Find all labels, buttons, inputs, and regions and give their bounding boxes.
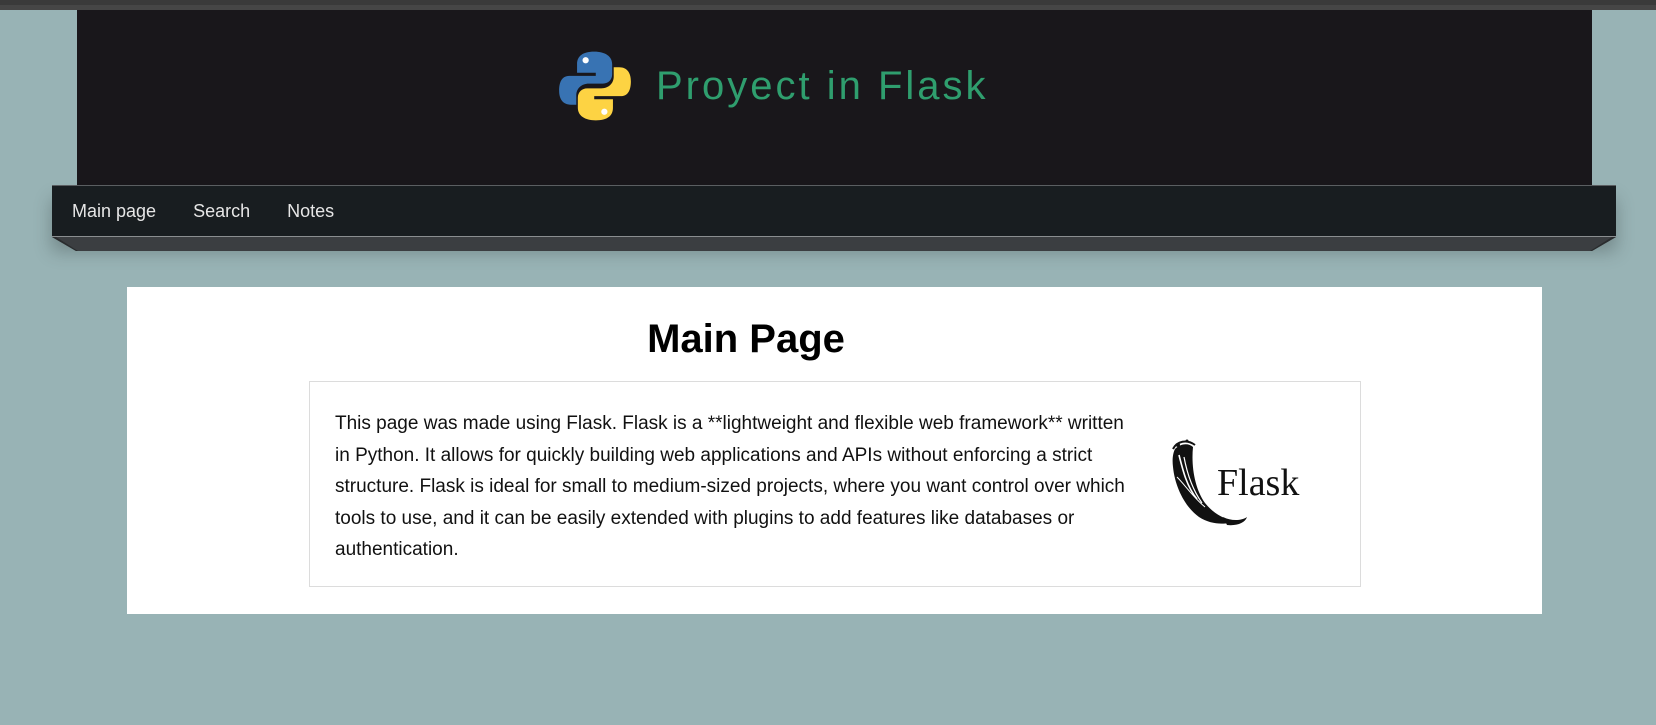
main-nav: Main page Search Notes <box>52 185 1616 237</box>
flask-logo-icon: Flask <box>1172 439 1299 526</box>
python-logo-icon <box>559 51 631 121</box>
nav-item-search[interactable]: Search <box>193 202 250 220</box>
page-title: Main Page <box>647 317 845 361</box>
content-box: This page was made using Flask. Flask is… <box>309 381 1361 587</box>
nav-item-main-page[interactable]: Main page <box>72 202 156 220</box>
nav-shadow-ribbon <box>52 237 1616 251</box>
main-content-card: Main Page This page was made using Flask… <box>127 287 1542 614</box>
site-header: Proyect in Flask <box>77 10 1592 185</box>
description-text: This page was made using Flask. Flask is… <box>335 413 1125 560</box>
nav-item-notes[interactable]: Notes <box>287 202 334 220</box>
brand: Proyect in Flask <box>556 46 989 126</box>
site-title: Proyect in Flask <box>656 64 989 108</box>
browser-top-strip <box>0 0 1656 10</box>
svg-text:Flask: Flask <box>1217 462 1299 504</box>
